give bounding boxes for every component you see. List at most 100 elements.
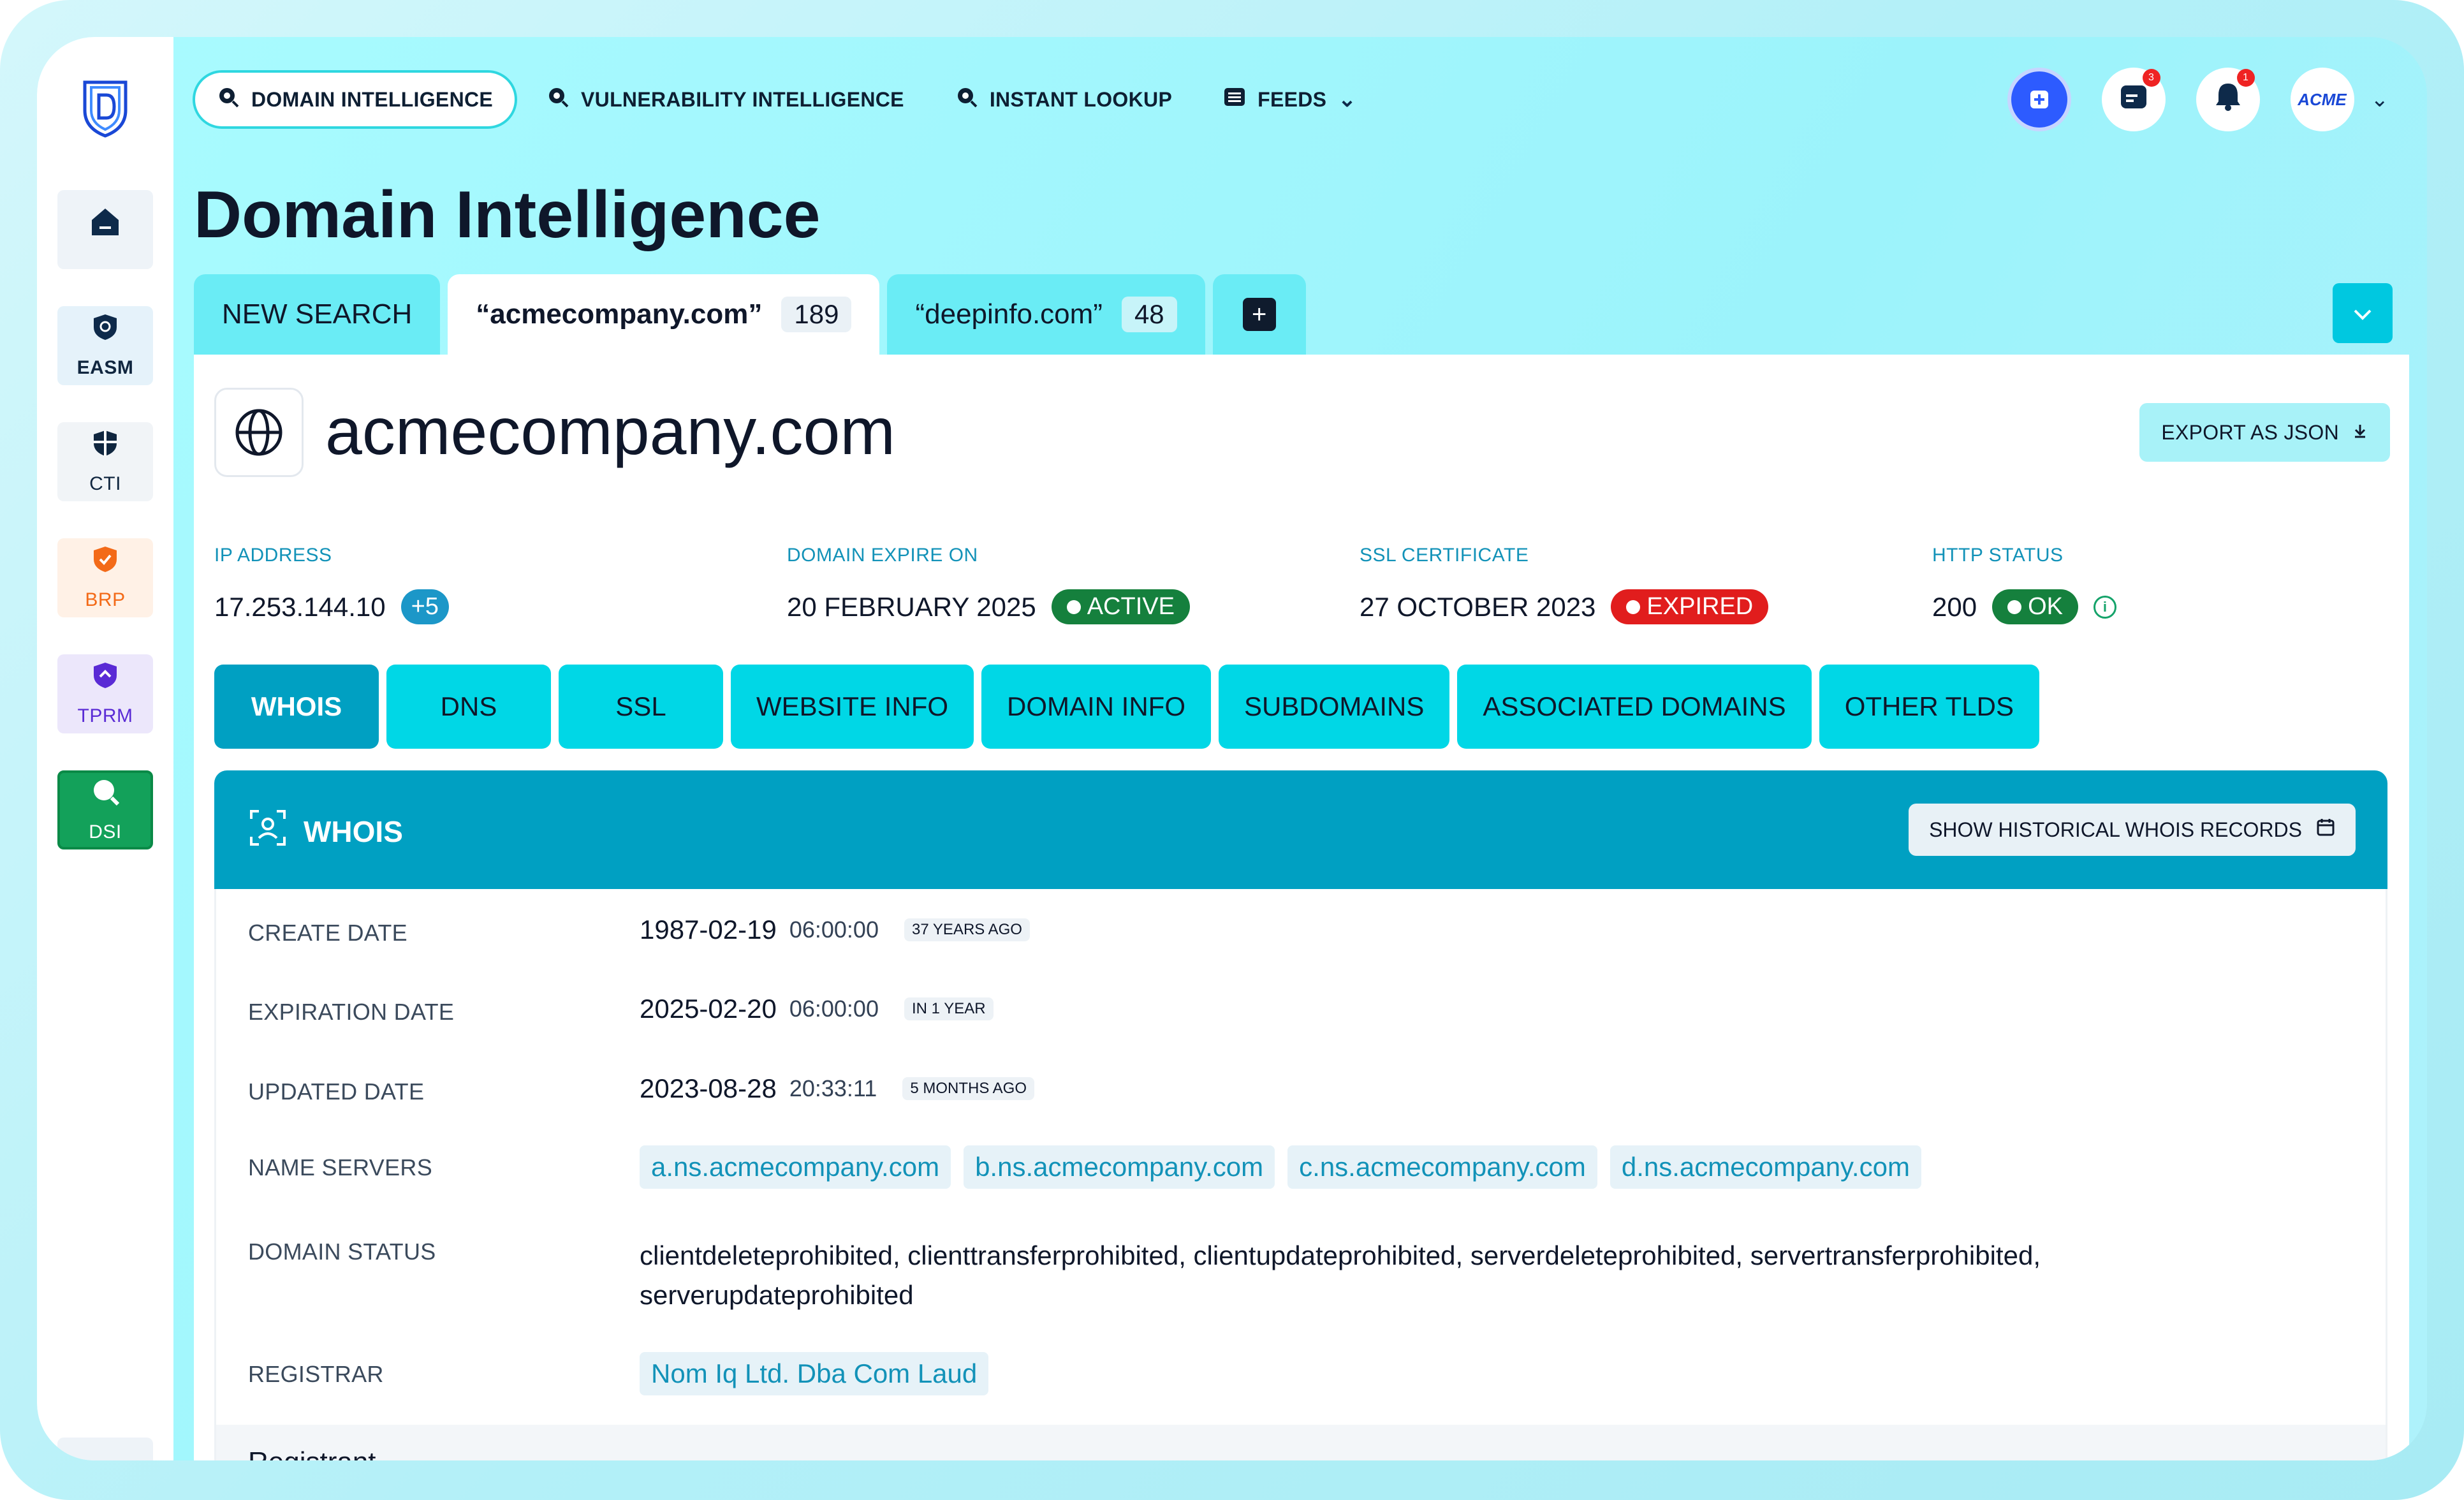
status-text: EXPIRED [1646,593,1754,620]
name-server-link[interactable]: a.ns.acmecompany.com [640,1145,951,1189]
globe-icon [214,388,304,477]
info-icon[interactable]: i [2093,595,2116,619]
collapse-button[interactable] [2333,283,2393,343]
add-button[interactable] [2007,68,2071,131]
domain-meta: IP ADDRESS 17.253.144.10 +5 DOMAIN EXPIR… [214,545,2315,624]
nav-domain-intelligence[interactable]: DOMAIN INTELLIGENCE [193,70,518,129]
meta-ip: IP ADDRESS 17.253.144.10 +5 [214,545,787,624]
tab-label: NEW SEARCH [222,298,413,330]
tab-domain-info[interactable]: DOMAIN INFO [981,665,1212,749]
tab-label: “deepinfo.com” [915,298,1103,330]
status-badge: ACTIVE [1051,589,1190,624]
avatar[interactable]: ACME [2290,68,2354,131]
app-logo[interactable] [77,77,134,140]
registrar-link[interactable]: Nom Iq Ltd. Dba Com Laud [640,1352,989,1395]
tab-whois[interactable]: WHOIS [214,665,379,749]
domain-status-value: clientdeleteprohibited, clienttransferpr… [640,1240,2041,1310]
date-value: 1987-02-19 [640,915,777,945]
search-icon [546,85,569,114]
row-label: CREATE DATE [248,920,407,946]
messages-badge: 3 [2142,69,2160,87]
sidebar-item-brp[interactable]: BRP [57,538,153,617]
status-dot-icon [2007,599,2022,614]
expire-value: 20 FEBRUARY 2025 [787,591,1036,622]
registrant-heading: Registrant [248,1446,376,1460]
shield-check-icon [92,545,118,578]
search-tabs: NEW SEARCH “acmecompany.com” 189 “deepin… [194,274,1306,355]
time-value: 06:00:00 [789,916,879,943]
export-label: EXPORT AS JSON [2161,420,2339,444]
messages-button[interactable]: 3 [2101,68,2166,131]
tab-subdomains[interactable]: SUBDOMAINS [1219,665,1450,749]
name-server-link[interactable]: b.ns.acmecompany.com [964,1145,1275,1189]
row-label: NAME SERVERS [248,1154,433,1180]
history-label: SHOW HISTORICAL WHOIS RECORDS [1929,818,2302,841]
tab-other-tlds[interactable]: OTHER TLDS [1819,665,2039,749]
registrant-section: Registrant [216,1425,2386,1460]
time-value: 20:33:11 [789,1075,877,1101]
sidebar-item-tprm[interactable]: TPRM [57,654,153,733]
app-screen: EASM CTI BRP TPRM DSI DOMAIN INTELLIGENC… [37,37,2427,1460]
meta-label: SSL CERTIFICATE [1360,545,1529,566]
sidebar-item-label: EASM [77,357,134,378]
date-value: 2023-08-28 [640,1073,777,1103]
search-icon [217,85,240,114]
nav-feeds[interactable]: FEEDS ⌄ [1201,70,1378,129]
nav-label: VULNERABILITY INTELLIGENCE [581,87,904,111]
device-frame: EASM CTI BRP TPRM DSI DOMAIN INTELLIGENC… [0,0,2464,1500]
meta-label: IP ADDRESS [214,545,332,566]
add-tab-button[interactable]: + [1212,274,1306,355]
person-scan-icon [249,809,287,854]
tab-dns[interactable]: DNS [386,665,551,749]
whois-title: WHOIS [304,814,403,848]
top-navigation: DOMAIN INTELLIGENCE VULNERABILITY INTELL… [193,69,1378,130]
sidebar-bottom-item[interactable] [57,1438,153,1460]
row-label: REGISTRAR [248,1361,384,1387]
tab-deepinfo[interactable]: “deepinfo.com” 48 [887,274,1205,355]
sidebar-item-easm[interactable]: EASM [57,306,153,385]
ip-value: 17.253.144.10 [214,591,386,622]
sidebar-item-label: TPRM [77,705,133,726]
sidebar-item-label: DSI [89,821,122,842]
ssl-value: 27 OCTOBER 2023 [1360,591,1596,622]
status-dot-icon [1626,599,1641,614]
sidebar-item-home[interactable] [57,190,153,269]
download-icon [2352,421,2368,445]
status-badge: EXPIRED [1611,589,1769,624]
chevron-down-icon[interactable]: ⌄ [2371,87,2389,112]
whois-header: WHOIS SHOW HISTORICAL WHOIS RECORDS [214,770,2387,889]
http-value: 200 [1932,591,1977,622]
tab-new-search[interactable]: NEW SEARCH [194,274,441,355]
tab-associated-domains[interactable]: ASSOCIATED DOMAINS [1457,665,1812,749]
ip-more-badge[interactable]: +5 [400,589,449,624]
nav-vulnerability-intelligence[interactable]: VULNERABILITY INTELLIGENCE [525,70,926,129]
notifications-button[interactable]: 1 [2196,68,2260,131]
sidebar-item-dsi[interactable]: DSI [57,770,153,849]
nav-label: FEEDS [1258,87,1327,111]
nav-label: DOMAIN INTELLIGENCE [251,87,494,111]
account-menu[interactable]: ACME ⌄ [2290,68,2389,131]
row-label: EXPIRATION DATE [248,999,455,1025]
meta-ssl: SSL CERTIFICATE 27 OCTOBER 2023 EXPIRED [1360,545,1932,624]
chevron-down-icon [2353,301,2372,326]
status-badge: OK [1992,589,2078,624]
export-json-button[interactable]: EXPORT AS JSON [2139,403,2390,462]
message-icon [2118,82,2149,117]
tab-ssl[interactable]: SSL [559,665,723,749]
name-server-link[interactable]: c.ns.acmecompany.com [1287,1145,1597,1189]
relative-time-badge: 5 MONTHS AGO [902,1077,1035,1100]
date-value: 2025-02-20 [640,994,777,1024]
sidebar-item-cti[interactable]: CTI [57,422,153,501]
meta-http: HTTP STATUS 200 OK i [1932,545,2315,624]
whois-table: CREATE DATE 1987-02-19 06:00:00 37 YEARS… [214,889,2387,1460]
status-dot-icon [1066,599,1081,614]
domain-name: acmecompany.com [325,395,895,469]
chevron-down-icon: ⌄ [1338,87,1357,112]
nav-instant-lookup[interactable]: INSTANT LOOKUP [934,70,1194,129]
meta-expire: DOMAIN EXPIRE ON 20 FEBRUARY 2025 ACTIVE [787,545,1360,624]
tab-website-info[interactable]: WEBSITE INFO [731,665,974,749]
home-icon [88,205,122,244]
historical-whois-button[interactable]: SHOW HISTORICAL WHOIS RECORDS [1909,804,2356,856]
tab-acmecompany[interactable]: “acmecompany.com” 189 [448,274,880,355]
name-server-link[interactable]: d.ns.acmecompany.com [1610,1145,1921,1189]
